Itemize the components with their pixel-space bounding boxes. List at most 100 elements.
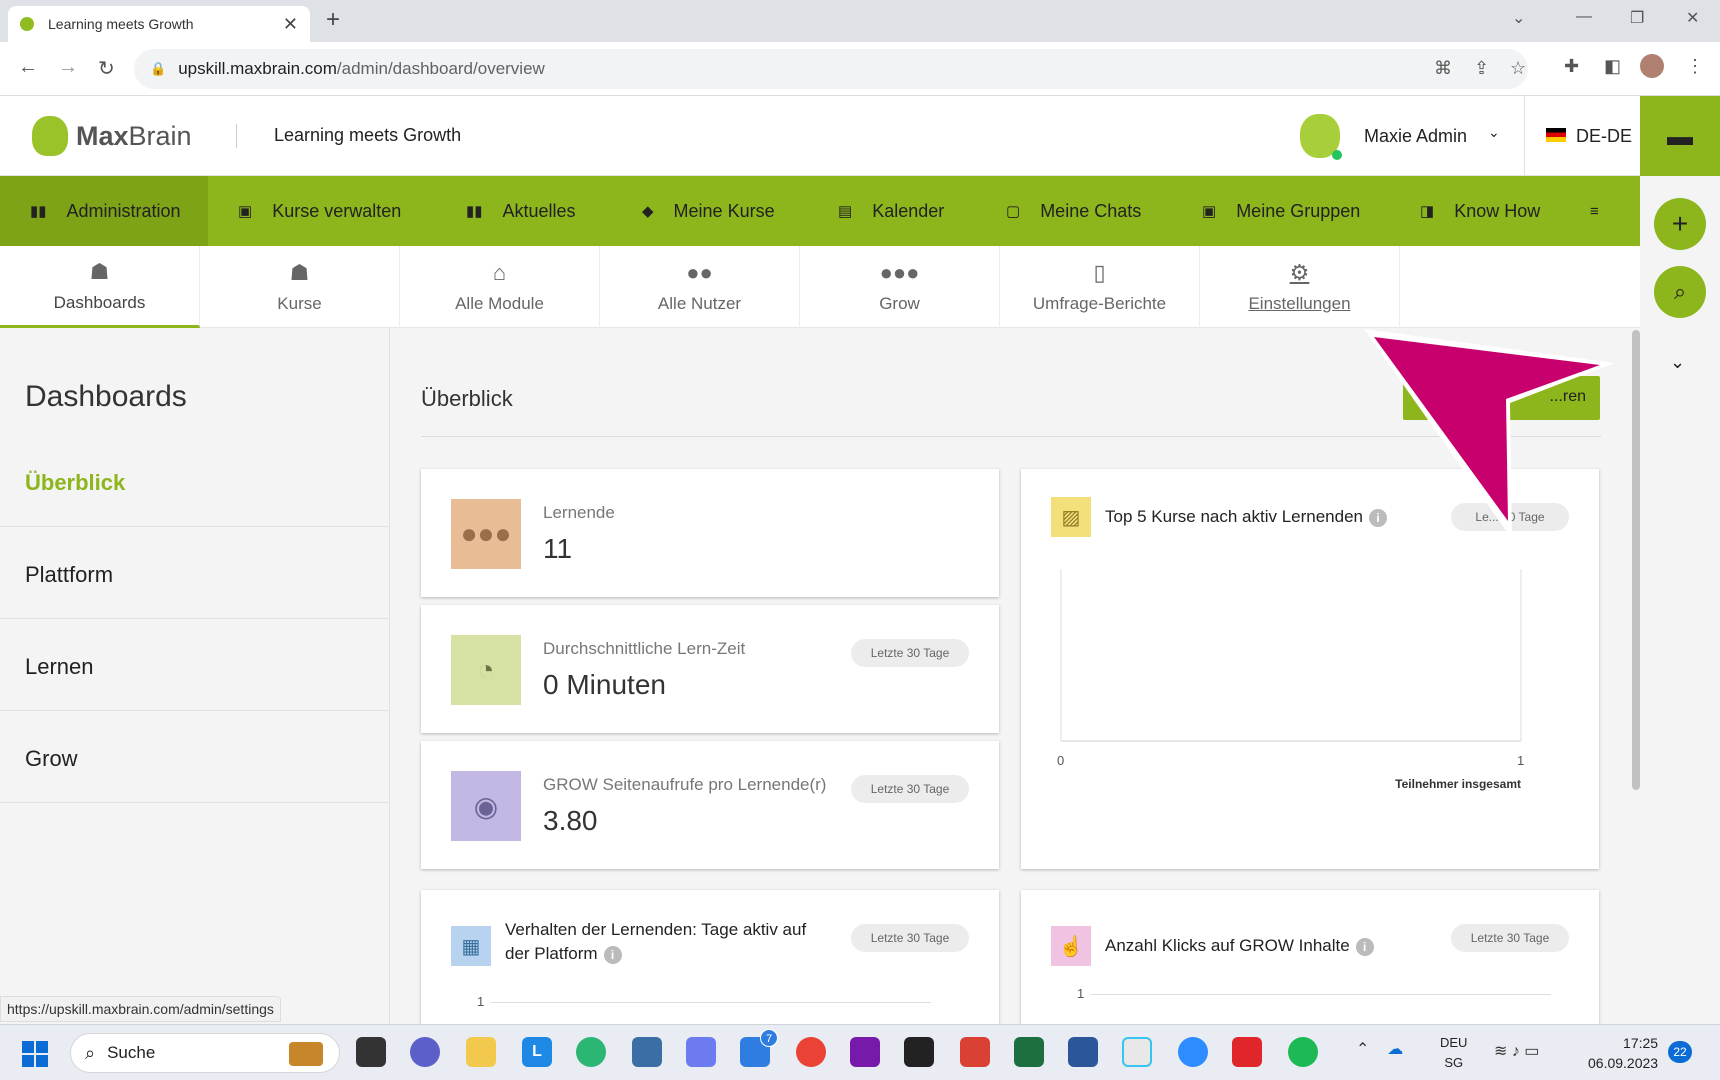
tab-label: Einstellungen — [1248, 294, 1351, 313]
back-icon[interactable]: ← — [18, 56, 38, 79]
nav-item-meine-kurse[interactable]: ◆ Meine Kurse — [612, 176, 808, 246]
tab-grow[interactable]: ●●● Grow — [800, 246, 1000, 328]
info-icon[interactable]: i — [603, 946, 622, 964]
url-path: /admin/dashboard/overview — [336, 59, 545, 78]
search-button[interactable]: ⌕ — [1654, 266, 1706, 318]
edge-icon[interactable] — [576, 1037, 606, 1067]
tab-search-chevron-icon[interactable]: ⌄ — [1512, 8, 1525, 28]
header-divider — [236, 124, 237, 148]
german-flag-icon[interactable] — [1546, 128, 1566, 142]
reload-icon[interactable]: ↻ — [98, 56, 115, 81]
task-view-icon[interactable] — [356, 1037, 386, 1067]
user-menu-chevron-icon[interactable]: ⌄ — [1488, 124, 1500, 141]
bookmark-star-icon[interactable]: ☆ — [1510, 58, 1526, 79]
extensions-icon[interactable]: ✚ — [1564, 56, 1579, 77]
card-title-line1: Verhalten der Lernenden: Tage aktiv auf — [505, 920, 807, 939]
period-badge[interactable]: Letzte 30 Tage — [851, 639, 969, 667]
period-badge[interactable]: Letzte 30 Tage — [851, 924, 969, 952]
close-window-icon[interactable]: ✕ — [1686, 8, 1699, 28]
taskbar-search[interactable]: ⌕ Suche — [70, 1033, 340, 1073]
book-stack-icon: ☗ — [89, 258, 110, 284]
app-l-icon[interactable]: L — [522, 1037, 552, 1067]
onedrive-icon[interactable]: ☁ — [1387, 1041, 1403, 1058]
profile-avatar[interactable] — [1640, 54, 1664, 78]
browser-tab[interactable]: Learning meets Growth ✕ — [8, 6, 310, 42]
nav-item-kurse-verwalten[interactable]: ▣ Kurse verwalten — [208, 176, 436, 246]
sidebar-item-lernen[interactable]: Lernen — [0, 620, 390, 711]
page-title: Überblick — [421, 386, 513, 411]
taskbar-clock[interactable]: 17:25 06.09.2023 — [1588, 1033, 1658, 1073]
add-button[interactable]: + — [1654, 198, 1706, 250]
nav-item-administration[interactable]: ▮▮ Administration — [0, 176, 208, 246]
tab-einstellungen[interactable]: ⚙ Einstellungen — [1200, 246, 1400, 328]
kpi-value: 3.80 — [543, 805, 598, 836]
excel-icon[interactable] — [1014, 1037, 1044, 1067]
calendar-icon: ▦ — [451, 926, 491, 966]
chevron-up-icon[interactable]: ⌃ — [1356, 1041, 1369, 1058]
slack-icon[interactable] — [1122, 1037, 1152, 1067]
chat-button[interactable]: ▬ — [1640, 96, 1720, 176]
language-selector[interactable]: DE-DE — [1576, 126, 1632, 147]
nav-item-meine-gruppen[interactable]: ▣ Meine Gruppen — [1172, 176, 1390, 246]
sidebar-item-ueberblick[interactable]: Überblick — [0, 436, 390, 527]
page-scrollbar[interactable] — [1632, 330, 1640, 790]
file-explorer-icon[interactable] — [466, 1037, 496, 1067]
spotify-icon[interactable] — [1288, 1037, 1318, 1067]
store-icon[interactable] — [632, 1037, 662, 1067]
translate-icon[interactable]: ⌘ — [1434, 58, 1452, 79]
todoist-icon[interactable] — [960, 1037, 990, 1067]
address-bar[interactable]: 🔒 upskill.maxbrain.com/admin/dashboard/o… — [134, 49, 1528, 89]
tab-label: Alle Module — [455, 294, 544, 313]
x-tick-min: 0 — [1057, 753, 1065, 768]
windows-start-icon[interactable] — [22, 1041, 48, 1067]
chrome-icon[interactable] — [796, 1037, 826, 1067]
teams-chat-icon[interactable] — [410, 1037, 440, 1067]
forward-icon[interactable]: → — [58, 56, 78, 79]
kpi-label: Lernende — [543, 503, 615, 522]
minimize-icon[interactable]: — — [1576, 8, 1592, 26]
tab-dashboards[interactable]: ☗ Dashboards — [0, 246, 200, 328]
period-badge[interactable]: Letzte 30 Tage — [851, 775, 969, 803]
clock-icon: ◔ — [451, 635, 521, 705]
maxbrain-logo[interactable]: Max Brain — [32, 116, 192, 156]
header-tagline: Learning meets Growth — [274, 125, 462, 145]
tab-alle-module[interactable]: ⌂ Alle Module — [400, 246, 600, 328]
nav-item-meine-chats[interactable]: ▢ Meine Chats — [976, 176, 1172, 246]
kpi-value: 0 Minuten — [543, 669, 666, 700]
tab-umfrage-berichte[interactable]: ▯ Umfrage-Berichte — [1000, 246, 1200, 328]
app-b-icon[interactable] — [1232, 1037, 1262, 1067]
browser-menu-icon[interactable]: ⋮ — [1686, 56, 1704, 77]
nav-item-know-how[interactable]: ◨ Know How — [1390, 176, 1566, 246]
onenote-icon[interactable] — [850, 1037, 880, 1067]
collapse-nav-button[interactable]: ≡ — [1566, 176, 1626, 246]
user-avatar[interactable] — [1300, 114, 1342, 160]
nav-item-kalender[interactable]: ▤ Kalender — [808, 176, 976, 246]
word-icon[interactable] — [1068, 1037, 1098, 1067]
zoom-icon[interactable] — [1178, 1037, 1208, 1067]
new-tab-button[interactable]: + — [326, 6, 340, 34]
info-icon[interactable]: i — [1355, 938, 1374, 956]
input-language[interactable]: DEU SG — [1440, 1033, 1467, 1073]
online-status-dot — [1332, 150, 1342, 160]
tab-alle-nutzer[interactable]: ●● Alle Nutzer — [600, 246, 800, 328]
chevron-down-icon[interactable]: ⌄ — [1670, 352, 1685, 373]
share-icon[interactable]: ⇪ — [1474, 58, 1489, 79]
sidebar-item-grow[interactable]: Grow — [0, 712, 390, 803]
todo-icon[interactable]: 7 — [740, 1029, 778, 1067]
app-a-icon[interactable] — [686, 1037, 716, 1067]
wifi-volume-battery-icons[interactable]: ≋ ♪ ▭ — [1494, 1041, 1539, 1061]
tab-kurse[interactable]: ☗ Kurse — [200, 246, 400, 328]
card-title-line2: der Platform — [505, 944, 598, 963]
id-card-icon: ▣ — [238, 203, 253, 220]
main-navigation: ▮▮ Administration ▣ Kurse verwalten ▮▮ Aktu… — [0, 176, 1640, 246]
period-badge[interactable]: Letzte 30 Tage — [1451, 924, 1569, 952]
user-name[interactable]: Maxie Admin — [1364, 126, 1467, 147]
close-tab-icon[interactable]: ✕ — [283, 14, 298, 35]
nav-item-aktuelles[interactable]: ▮▮ Aktuelles — [436, 176, 612, 246]
notification-badge[interactable]: 22 — [1668, 1041, 1692, 1063]
side-panel-icon[interactable]: ◧ — [1604, 56, 1621, 77]
nav-label: Meine Chats — [1040, 200, 1142, 221]
sidebar-item-plattform[interactable]: Plattform — [0, 528, 390, 619]
restore-icon[interactable]: ❐ — [1630, 8, 1644, 28]
figma-icon[interactable] — [904, 1037, 934, 1067]
